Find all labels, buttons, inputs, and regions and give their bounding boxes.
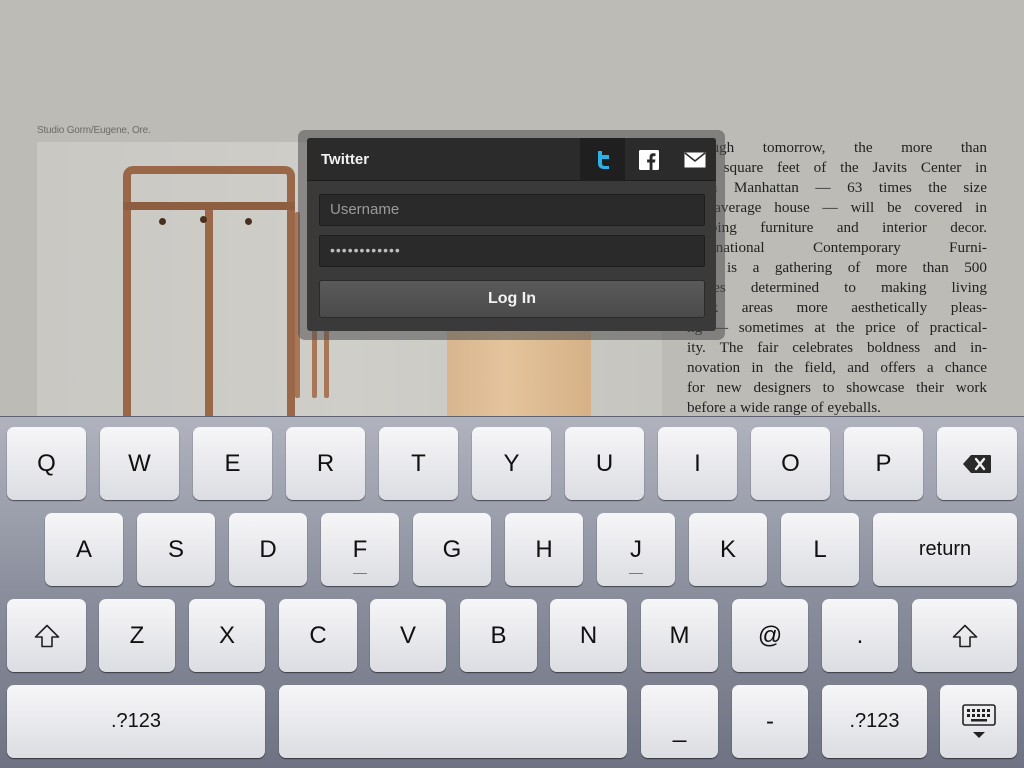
photo-credit: Studio Gorm/Eugene, Ore. xyxy=(37,125,151,136)
key-m[interactable]: M xyxy=(641,599,718,672)
shift-key-left[interactable] xyxy=(7,599,86,672)
article-line: town Manhattan — 63 times the size xyxy=(687,179,987,196)
facebook-button[interactable] xyxy=(626,138,671,181)
key-b[interactable]: B xyxy=(460,599,537,672)
key-w[interactable]: W xyxy=(100,427,179,500)
home-row-marker xyxy=(629,573,643,574)
shift-icon xyxy=(952,624,977,647)
key-underscore[interactable]: _ xyxy=(641,685,718,758)
key-dash[interactable]: - xyxy=(732,685,808,758)
key-d[interactable]: D xyxy=(229,513,307,586)
key-r[interactable]: R xyxy=(286,427,365,500)
twitter-button[interactable] xyxy=(580,138,625,181)
key-h[interactable]: H xyxy=(505,513,583,586)
key-j-label: J xyxy=(630,535,642,563)
mail-icon xyxy=(684,151,705,167)
share-panel: Twitter Username •••••••••••• Log In xyxy=(307,138,716,331)
password-mask: •••••••••••• xyxy=(330,242,401,258)
key-k[interactable]: K xyxy=(689,513,767,586)
article-text: through tomorrow, the more than 000 squa… xyxy=(687,138,987,418)
article-line: 000 square feet of the Javits Center in xyxy=(687,159,987,176)
home-row-marker xyxy=(353,573,367,574)
article-line: work areas more aesthetically pleas- xyxy=(687,299,987,316)
numbers-key-left[interactable]: .?123 xyxy=(7,685,265,758)
space-key[interactable] xyxy=(279,685,627,758)
backspace-key[interactable] xyxy=(937,427,1017,500)
photo-dot xyxy=(159,218,166,225)
login-button[interactable]: Log In xyxy=(319,280,705,318)
key-l[interactable]: L xyxy=(781,513,859,586)
key-v[interactable]: V xyxy=(370,599,446,672)
article-line: ity. The fair celebrates boldness and in… xyxy=(687,339,987,356)
key-i[interactable]: I xyxy=(658,427,737,500)
key-t[interactable]: T xyxy=(379,427,458,500)
numbers-key-right[interactable]: .?123 xyxy=(822,685,927,758)
key-f[interactable]: F xyxy=(321,513,399,586)
backspace-icon xyxy=(963,454,991,473)
key-o[interactable]: O xyxy=(751,427,830,500)
key-z[interactable]: Z xyxy=(99,599,175,672)
key-x[interactable]: X xyxy=(189,599,265,672)
photo-dot xyxy=(200,216,207,223)
key-c[interactable]: C xyxy=(279,599,357,672)
article-line: he average house — will be covered in xyxy=(687,199,987,216)
photo-wood-board xyxy=(447,327,591,416)
article-line: International Contemporary Furni- xyxy=(687,239,987,256)
article-line: before a wide range of eyeballs. xyxy=(687,399,881,416)
key-e[interactable]: E xyxy=(193,427,272,500)
share-header: Twitter xyxy=(307,138,716,181)
key-a[interactable]: A xyxy=(45,513,123,586)
keyboard-dismiss-key[interactable] xyxy=(940,685,1017,758)
return-key[interactable]: return xyxy=(873,513,1017,586)
article-line: panies determined to making living xyxy=(687,279,987,296)
photo-rail xyxy=(287,210,295,416)
password-input[interactable]: •••••••••••• xyxy=(319,235,705,267)
key-g[interactable]: G xyxy=(413,513,491,586)
username-input[interactable]: Username xyxy=(319,194,705,226)
key-s[interactable]: S xyxy=(137,513,215,586)
key-u[interactable]: U xyxy=(565,427,644,500)
article-line: through tomorrow, the more than xyxy=(687,139,987,156)
photo-rail xyxy=(123,210,131,416)
onscreen-keyboard: Q W E R T Y U I O P A S D F G H J K L re… xyxy=(0,416,1024,768)
facebook-icon xyxy=(638,149,659,170)
article-line: novation in the field, and offers a chan… xyxy=(687,359,987,376)
shift-icon xyxy=(34,624,59,647)
photo-frame-bar xyxy=(123,202,295,210)
article-line: Fair is a gathering of more than 500 xyxy=(687,259,987,276)
key-n[interactable]: N xyxy=(550,599,627,672)
key-period[interactable]: . xyxy=(822,599,898,672)
share-title: Twitter xyxy=(321,151,370,168)
article-line: for new designers to showcase their work xyxy=(687,379,987,396)
key-at[interactable]: @ xyxy=(732,599,808,672)
username-placeholder: Username xyxy=(330,201,400,218)
key-q[interactable]: Q xyxy=(7,427,86,500)
photo-dot xyxy=(245,218,252,225)
key-j[interactable]: J xyxy=(597,513,675,586)
key-f-label: F xyxy=(352,535,368,563)
article-line: ng — sometimes at the price of practical… xyxy=(687,319,987,336)
article-line: popping furniture and interior decor. xyxy=(687,219,987,236)
key-y[interactable]: Y xyxy=(472,427,551,500)
shift-key-right[interactable] xyxy=(912,599,1017,672)
mail-button[interactable] xyxy=(672,138,716,181)
keyboard-dismiss-icon xyxy=(961,703,996,738)
key-p[interactable]: P xyxy=(844,427,923,500)
photo-rail xyxy=(205,210,213,416)
twitter-icon xyxy=(597,150,609,169)
